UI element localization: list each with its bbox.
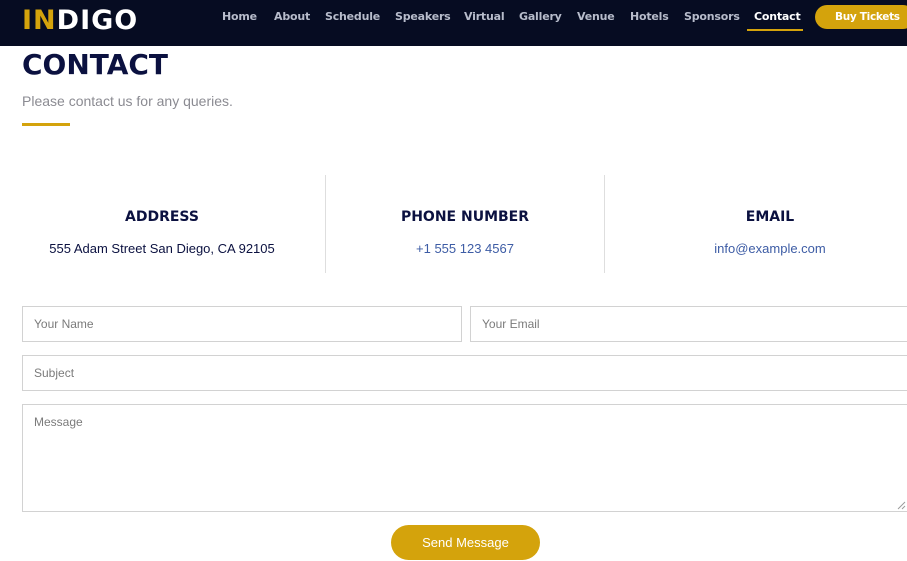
nav-virtual[interactable]: Virtual <box>464 10 505 23</box>
address-block: ADDRESS 555 Adam Street San Diego, CA 92… <box>22 175 302 273</box>
page-title: CONTACT <box>22 48 169 81</box>
subject-input[interactable] <box>22 355 907 391</box>
nav-speakers[interactable]: Speakers <box>395 10 451 23</box>
nav-gallery[interactable]: Gallery <box>519 10 562 23</box>
name-input[interactable] <box>22 306 462 342</box>
resize-grip-icon[interactable] <box>896 500 906 510</box>
send-message-button[interactable]: Send Message <box>391 525 540 560</box>
page-subtitle: Please contact us for any queries. <box>22 93 233 109</box>
email-label: EMAIL <box>745 209 795 225</box>
buy-tickets-button[interactable]: Buy Tickets <box>815 5 907 29</box>
nav-home[interactable]: Home <box>222 10 257 23</box>
message-textarea[interactable] <box>22 404 907 512</box>
email-link[interactable]: info@example.com <box>605 241 907 256</box>
address-label: ADDRESS <box>125 209 199 225</box>
phone-block: PHONE NUMBER +1 555 123 4567 <box>326 175 604 273</box>
nav-about[interactable]: About <box>274 10 310 23</box>
phone-label: PHONE NUMBER <box>400 209 530 225</box>
address-value: 555 Adam Street San Diego, CA 92105 <box>49 241 275 256</box>
nav-sponsors[interactable]: Sponsors <box>684 10 740 23</box>
nav-contact[interactable]: Contact <box>754 10 801 23</box>
email-block: EMAIL info@example.com <box>605 175 907 273</box>
nav-schedule[interactable]: Schedule <box>325 10 380 23</box>
phone-link[interactable]: +1 555 123 4567 <box>326 241 604 256</box>
title-accent-bar <box>22 123 70 126</box>
active-nav-underline <box>747 29 803 31</box>
email-input[interactable] <box>470 306 907 342</box>
nav-hotels[interactable]: Hotels <box>630 10 669 23</box>
nav-venue[interactable]: Venue <box>577 10 615 23</box>
main-nav: Home About Schedule Speakers Virtual Gal… <box>0 0 907 34</box>
site-header: INDIGO Home About Schedule Speakers Virt… <box>0 0 907 46</box>
